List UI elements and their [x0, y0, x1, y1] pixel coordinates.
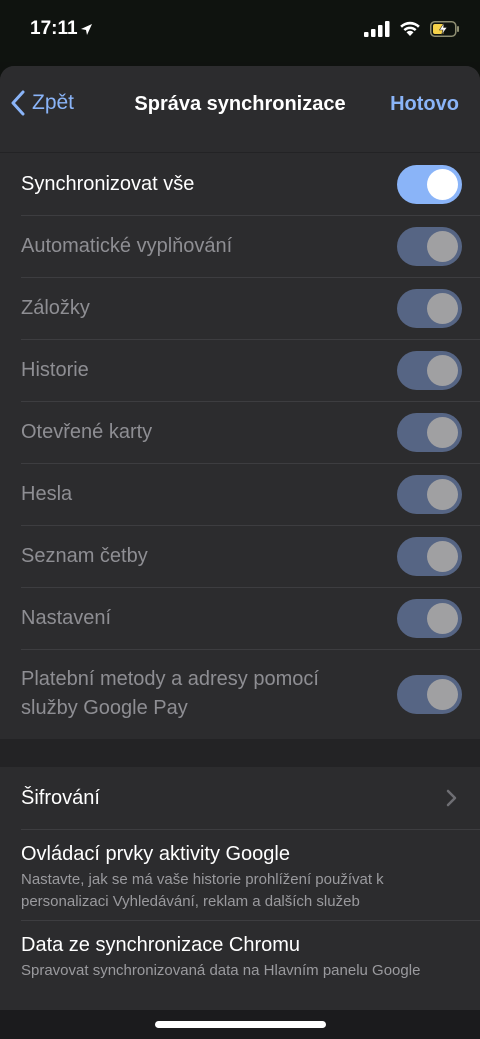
- autofill-label: Automatické vyplňování: [21, 234, 233, 257]
- autofill-row[interactable]: Automatické vyplňování: [0, 215, 480, 277]
- sync-all-toggle[interactable]: [397, 164, 462, 204]
- chrome-sync-data-row[interactable]: Data ze synchronizace Chromu Spravovat s…: [0, 920, 480, 1010]
- reading-list-toggle[interactable]: [397, 536, 462, 576]
- navigation-bar: Zpět Správa synchronizace Hotovo: [0, 66, 480, 152]
- toggle-knob: [427, 602, 458, 634]
- google-activity-controls-title: Ovládací prvky aktivity Google: [21, 843, 290, 865]
- status-bar: 17:11: [0, 0, 480, 62]
- open-tabs-toggle[interactable]: [397, 412, 462, 452]
- status-time: 17:11: [30, 18, 78, 39]
- battery-charging-icon: [430, 20, 459, 37]
- reading-list-label: Seznam četby: [21, 544, 148, 567]
- sync-all-row[interactable]: Synchronizovat vše: [0, 153, 480, 215]
- payment-methods-row[interactable]: Platební metody a adresy pomocí služby G…: [0, 649, 480, 739]
- payment-methods-label: Platební metody a adresy pomocí služby G…: [21, 668, 319, 719]
- cellular-signal-icon: [364, 20, 390, 37]
- bookmarks-toggle[interactable]: [397, 288, 462, 328]
- encryption-label: Šifrování: [21, 787, 100, 809]
- chevron-right-icon: [446, 789, 457, 807]
- google-activity-controls-subtitle: Nastavte, jak se má vaše historie prohlí…: [21, 871, 384, 910]
- toggle-knob: [427, 230, 458, 262]
- settings-row[interactable]: Nastavení: [0, 587, 480, 649]
- chrome-sync-data-subtitle: Spravovat synchronizovaná data na Hlavní…: [21, 962, 421, 979]
- encryption-row[interactable]: Šifrování: [0, 767, 480, 829]
- location-arrow-icon: [81, 24, 92, 35]
- settings-toggle[interactable]: [397, 598, 462, 638]
- home-indicator[interactable]: [155, 1021, 326, 1028]
- open-tabs-row[interactable]: Otevřené karty: [0, 401, 480, 463]
- toggle-knob: [427, 540, 458, 572]
- open-tabs-label: Otevřené karty: [21, 420, 153, 443]
- passwords-toggle[interactable]: [397, 474, 462, 514]
- status-indicators: [364, 20, 460, 37]
- toggle-knob: [427, 292, 458, 324]
- bookmarks-label: Záložky: [21, 296, 90, 319]
- advanced-links-list: Šifrování Ovládací prvky aktivity Google…: [0, 767, 480, 1010]
- history-label: Historie: [21, 358, 89, 381]
- history-toggle[interactable]: [397, 350, 462, 390]
- sync-all-label: Synchronizovat vše: [21, 172, 195, 195]
- google-activity-controls-row[interactable]: Ovládací prvky aktivity Google Nastavte,…: [0, 829, 480, 920]
- toggle-knob: [427, 678, 458, 710]
- wifi-icon: [400, 21, 420, 36]
- toggle-knob: [427, 168, 458, 200]
- bookmarks-row[interactable]: Záložky: [0, 277, 480, 339]
- history-row[interactable]: Historie: [0, 339, 480, 401]
- autofill-toggle[interactable]: [397, 226, 462, 266]
- passwords-label: Hesla: [21, 482, 73, 505]
- passwords-row[interactable]: Hesla: [0, 463, 480, 525]
- chrome-sync-data-title: Data ze synchronizace Chromu: [21, 934, 301, 956]
- settings-label: Nastavení: [21, 606, 112, 629]
- toggle-knob: [427, 416, 458, 448]
- toggle-knob: [427, 354, 458, 386]
- reading-list-row[interactable]: Seznam četby: [0, 525, 480, 587]
- sync-settings-sheet: Zpět Správa synchronizace Hotovo Synchro…: [0, 66, 480, 1039]
- toggle-knob: [427, 478, 458, 510]
- done-button[interactable]: Hotovo: [390, 93, 459, 116]
- payment-methods-toggle[interactable]: [397, 674, 462, 714]
- sync-toggle-list: Synchronizovat vše Automatické vyplňován…: [0, 153, 480, 739]
